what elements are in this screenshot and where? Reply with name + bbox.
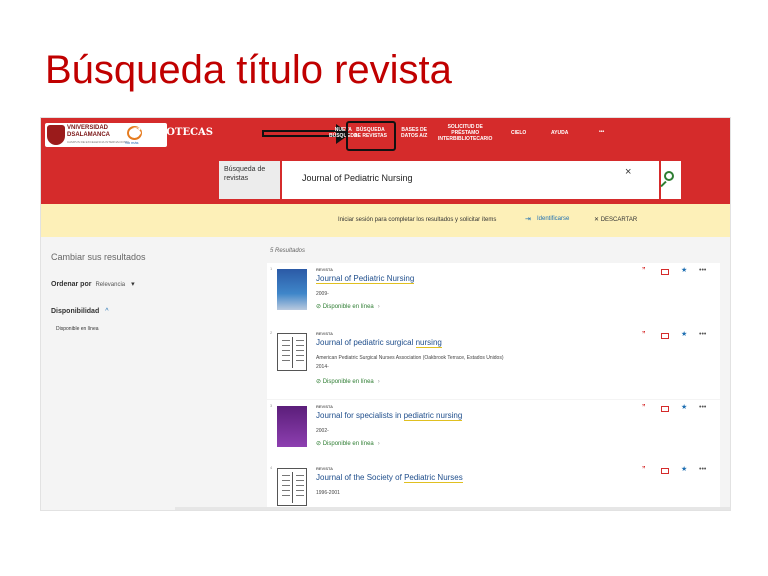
- link-icon: ⊘: [316, 441, 323, 447]
- dismiss-button[interactable]: ✕ DESCARTAR: [594, 216, 637, 223]
- library-screenshot: VNIVERSIDAD DSALAMANCA CAMPUS DE EXCELEN…: [40, 117, 731, 511]
- result-count: 5 Resultados: [270, 248, 306, 254]
- email-icon[interactable]: [661, 333, 669, 339]
- result-dates: 2014-: [316, 364, 329, 370]
- result-card[interactable]: 1 REVISTA Journal of Pediatric Nursing 2009…: [267, 263, 720, 335]
- result-type: REVISTA: [316, 466, 334, 471]
- sign-in-icon[interactable]: ⇥: [525, 215, 531, 223]
- result-card[interactable]: 4 REVISTA Journal of the Society of Pediat…: [267, 462, 720, 510]
- close-icon: ✕: [594, 217, 601, 223]
- result-index: 4: [270, 465, 273, 470]
- availability-facet[interactable]: Disponibilidad ^: [51, 308, 109, 315]
- dropdown-caret-icon: ▾: [131, 281, 135, 288]
- search-icon: [664, 171, 674, 181]
- result-type: REVISTA: [316, 331, 334, 336]
- more-actions-icon[interactable]: •••: [699, 404, 706, 412]
- pin-icon[interactable]: ★: [681, 404, 687, 412]
- result-type: REVISTA: [316, 267, 334, 272]
- availability-link[interactable]: ⊘ Disponible en línea ›: [316, 378, 380, 385]
- result-type: REVISTA: [316, 404, 334, 409]
- cite-icon[interactable]: ”: [642, 466, 646, 474]
- availability-link[interactable]: ⊘ Disponible en línea ›: [316, 303, 380, 310]
- bottom-scroll-edge: [175, 507, 730, 510]
- nav-help[interactable]: AYUDA: [551, 130, 568, 136]
- book-icon: [277, 468, 307, 506]
- journal-cover-image[interactable]: [277, 406, 307, 447]
- pin-icon[interactable]: ★: [681, 267, 687, 275]
- chevron-right-icon: ›: [377, 304, 380, 310]
- chevron-up-icon: ^: [105, 308, 109, 315]
- sign-in-link[interactable]: Identificarse: [537, 216, 569, 222]
- result-detail: 1996-2001: [316, 490, 340, 496]
- more-actions-icon[interactable]: •••: [699, 466, 706, 474]
- university-name: VNIVERSIDAD DSALAMANCA: [67, 125, 110, 138]
- result-index: 2: [270, 330, 273, 335]
- link-icon: ⊘: [316, 304, 323, 310]
- refine-results-title: Cambiar sus resultados: [51, 252, 146, 262]
- cite-icon[interactable]: ”: [642, 404, 646, 412]
- result-index: 1: [270, 266, 273, 271]
- email-icon[interactable]: [661, 406, 669, 412]
- journal-cover-image[interactable]: [277, 269, 307, 310]
- pin-icon[interactable]: ★: [681, 331, 687, 339]
- search-icon-handle: [660, 180, 667, 188]
- university-subtitle: CAMPUS DE EXCELENCIA INTERNACIONAL: [67, 140, 130, 144]
- search-scope-label[interactable]: Búsqueda de revistas: [219, 161, 280, 199]
- book-icon: [277, 333, 307, 371]
- availability-link[interactable]: ⊘ Disponible en línea ›: [316, 440, 380, 447]
- result-title-link[interactable]: Journal for specialists in pediatric nur…: [316, 411, 463, 421]
- cite-icon[interactable]: ”: [642, 267, 646, 275]
- result-title-link[interactable]: Journal of pediatric surgical nursing: [316, 338, 442, 348]
- top-navigation-bar: VNIVERSIDAD DSALAMANCA CAMPUS DE EXCELEN…: [41, 118, 730, 154]
- search-band: Búsqueda de revistas Journal of Pediatri…: [41, 154, 730, 204]
- nav-journal-search[interactable]: BÚSQUEDA DE REVISTAS: [354, 127, 387, 139]
- sort-control[interactable]: Ordenar por Relevancia ▾: [51, 280, 135, 288]
- link-icon: ⊘: [316, 379, 323, 385]
- annotation-arrow-shaft: [262, 130, 338, 137]
- brand-label[interactable]: BIBLIOTECAS: [133, 127, 213, 138]
- result-detail: 2009-: [316, 291, 329, 297]
- more-actions-icon[interactable]: •••: [699, 267, 706, 275]
- login-message: Iniciar sesión para completar los result…: [338, 217, 497, 223]
- nav-more[interactable]: •••: [599, 129, 604, 135]
- nav-interlibrary-loan[interactable]: SOLICITUD DE PRÉSTAMO INTERBIBLIOTECARIO: [438, 124, 492, 142]
- result-title-link[interactable]: Journal of Pediatric Nursing: [316, 274, 415, 284]
- nav-databases[interactable]: BASES DE DATOS A/Z: [401, 127, 427, 139]
- email-icon[interactable]: [661, 468, 669, 474]
- search-button[interactable]: [660, 161, 681, 199]
- facet-online-available[interactable]: Disponible en línea: [56, 326, 99, 332]
- result-detail: 2002-: [316, 428, 329, 434]
- clear-icon[interactable]: ×: [625, 166, 631, 178]
- email-icon[interactable]: [661, 269, 669, 275]
- nav-cielo[interactable]: CIELO: [511, 130, 526, 136]
- login-banner: Iniciar sesión para completar los result…: [41, 204, 730, 237]
- result-detail: American Pediatric Surgical Nurses Assoc…: [316, 355, 504, 361]
- chevron-right-icon: ›: [377, 441, 380, 447]
- swirl-logo-text: Su más: [125, 140, 139, 145]
- cite-icon[interactable]: ”: [642, 331, 646, 339]
- slide-title: Búsqueda título revista: [45, 48, 452, 92]
- chevron-right-icon: ›: [377, 379, 380, 385]
- crest-icon: [47, 125, 65, 145]
- pin-icon[interactable]: ★: [681, 466, 687, 474]
- result-index: 3: [270, 403, 273, 408]
- more-actions-icon[interactable]: •••: [699, 331, 706, 339]
- result-title-link[interactable]: Journal of the Society of Pediatric Nurs…: [316, 473, 463, 483]
- search-input[interactable]: Journal of Pediatric Nursing: [282, 161, 659, 199]
- result-card[interactable]: 2 REVISTA Journal of pediatric surgical nu…: [267, 327, 720, 399]
